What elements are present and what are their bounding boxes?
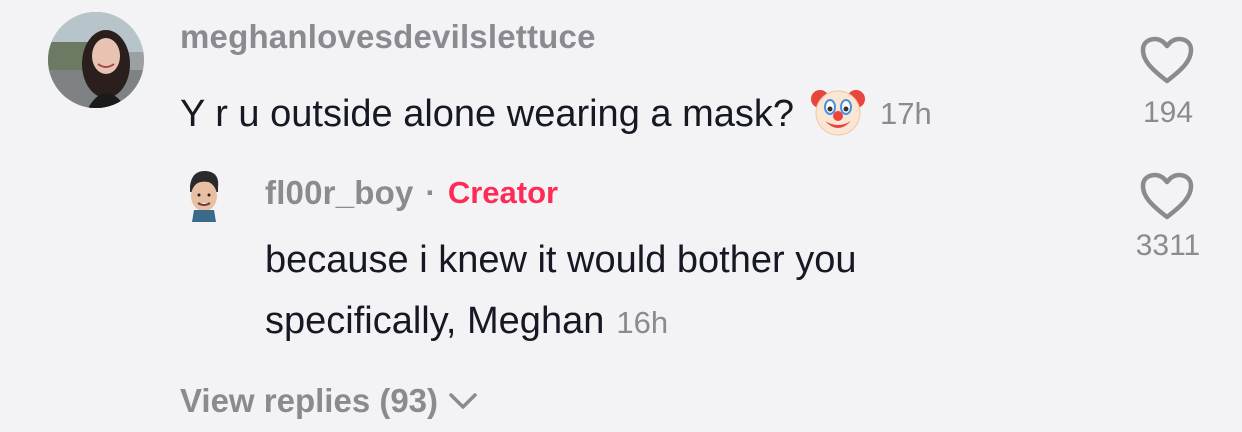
clown-face-icon bbox=[810, 83, 866, 139]
heart-outline-icon[interactable] bbox=[1138, 170, 1196, 222]
avatar-meghanlovesdevilslettuce[interactable] bbox=[48, 12, 144, 108]
avatar-fl00r_boy[interactable] bbox=[180, 168, 228, 222]
comment-like-count: 194 bbox=[1142, 96, 1194, 129]
comment-text: Y r u outside alone wearing a mask? bbox=[180, 93, 794, 135]
comment-timestamp: 17h bbox=[880, 96, 932, 131]
view-replies-button[interactable]: View replies (93) bbox=[180, 382, 478, 420]
reply-timestamp: 16h bbox=[616, 305, 669, 340]
comment-like-button[interactable] bbox=[1138, 34, 1196, 91]
comment-username[interactable]: meghanlovesdevilslettuce bbox=[180, 18, 596, 56]
chevron-down-icon bbox=[449, 393, 477, 409]
avatar-photo bbox=[48, 12, 144, 108]
reply-body-line2: specifically, Meghan 16h bbox=[265, 302, 668, 341]
reply-header: fl00r_boy · Creator bbox=[265, 174, 558, 212]
separator-dot: · bbox=[425, 175, 436, 210]
creator-badge: Creator bbox=[447, 175, 559, 210]
heart-outline-icon[interactable] bbox=[1138, 34, 1196, 86]
reply-username[interactable]: fl00r_boy bbox=[265, 174, 414, 212]
reply-text-line1: because i knew it would bother you bbox=[265, 239, 857, 281]
comment-body: Y r u outside alone wearing a mask? 17h bbox=[180, 86, 932, 142]
reply-like-count: 3311 bbox=[1135, 229, 1201, 262]
view-replies-label: View replies (93) bbox=[180, 382, 439, 419]
reply-like-button[interactable] bbox=[1138, 170, 1196, 227]
reply-text-line2: specifically, Meghan bbox=[265, 300, 605, 342]
avatar-photo bbox=[190, 170, 219, 222]
